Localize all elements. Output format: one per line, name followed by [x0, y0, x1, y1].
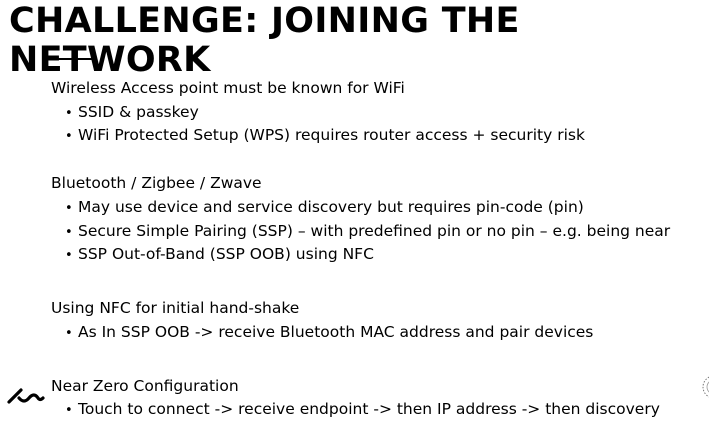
section-heading-nfc: Using NFC for initial hand-shake [51, 299, 300, 317]
bullet-item: • SSP Out-of-Band (SSP OOB) using NFC [65, 244, 374, 266]
bullet-item: • WiFi Protected Setup (WPS) requires rou… [65, 125, 585, 147]
bullet-item: • May use device and service discovery bu… [65, 197, 584, 219]
slide-title-line-1: CHALLENGE: JOINING THE [9, 1, 520, 41]
bullet-glyph: • [65, 403, 73, 418]
bullet-glyph: • [65, 326, 73, 341]
seal-mark-icon [702, 376, 709, 398]
bullet-item: • Secure Simple Pairing (SSP) – with pred… [65, 221, 670, 243]
bullet-glyph: • [65, 106, 73, 121]
section-heading-wifi: Wireless Access point must be known for … [51, 79, 405, 97]
bullet-glyph: • [65, 225, 73, 240]
section-heading-bluetooth: Bluetooth / Zigbee / Zwave [51, 174, 262, 192]
bullet-text: SSP Out-of-Band (SSP OOB) using NFC [78, 245, 374, 263]
brand-logo-icon [7, 388, 45, 404]
bullet-text: As In SSP OOB -> receive Bluetooth MAC a… [78, 323, 594, 341]
bullet-text: Touch to connect -> receive endpoint -> … [78, 400, 660, 418]
bullet-item: • SSID & passkey [65, 102, 199, 124]
presentation-slide: CHALLENGE: JOINING THE NETWORK Wireless … [0, 0, 709, 423]
title-underline-mark [50, 58, 96, 60]
bullet-item: • Touch to connect -> receive endpoint ->… [65, 399, 660, 421]
slide-title: CHALLENGE: JOINING THE NETWORK [9, 2, 699, 80]
section-heading-zero-config: Near Zero Configuration [51, 377, 239, 395]
bullet-item: • As In SSP OOB -> receive Bluetooth MAC … [65, 322, 593, 344]
bullet-text: WiFi Protected Setup (WPS) requires rout… [78, 126, 585, 144]
bullet-glyph: • [65, 248, 73, 263]
bullet-text: May use device and service discovery but… [78, 198, 584, 216]
bullet-text: SSID & passkey [78, 103, 199, 121]
bullet-glyph: • [65, 201, 73, 216]
bullet-glyph: • [65, 129, 73, 144]
slide-title-line-2: NETWORK [9, 40, 211, 80]
bullet-text: Secure Simple Pairing (SSP) – with prede… [78, 222, 671, 240]
